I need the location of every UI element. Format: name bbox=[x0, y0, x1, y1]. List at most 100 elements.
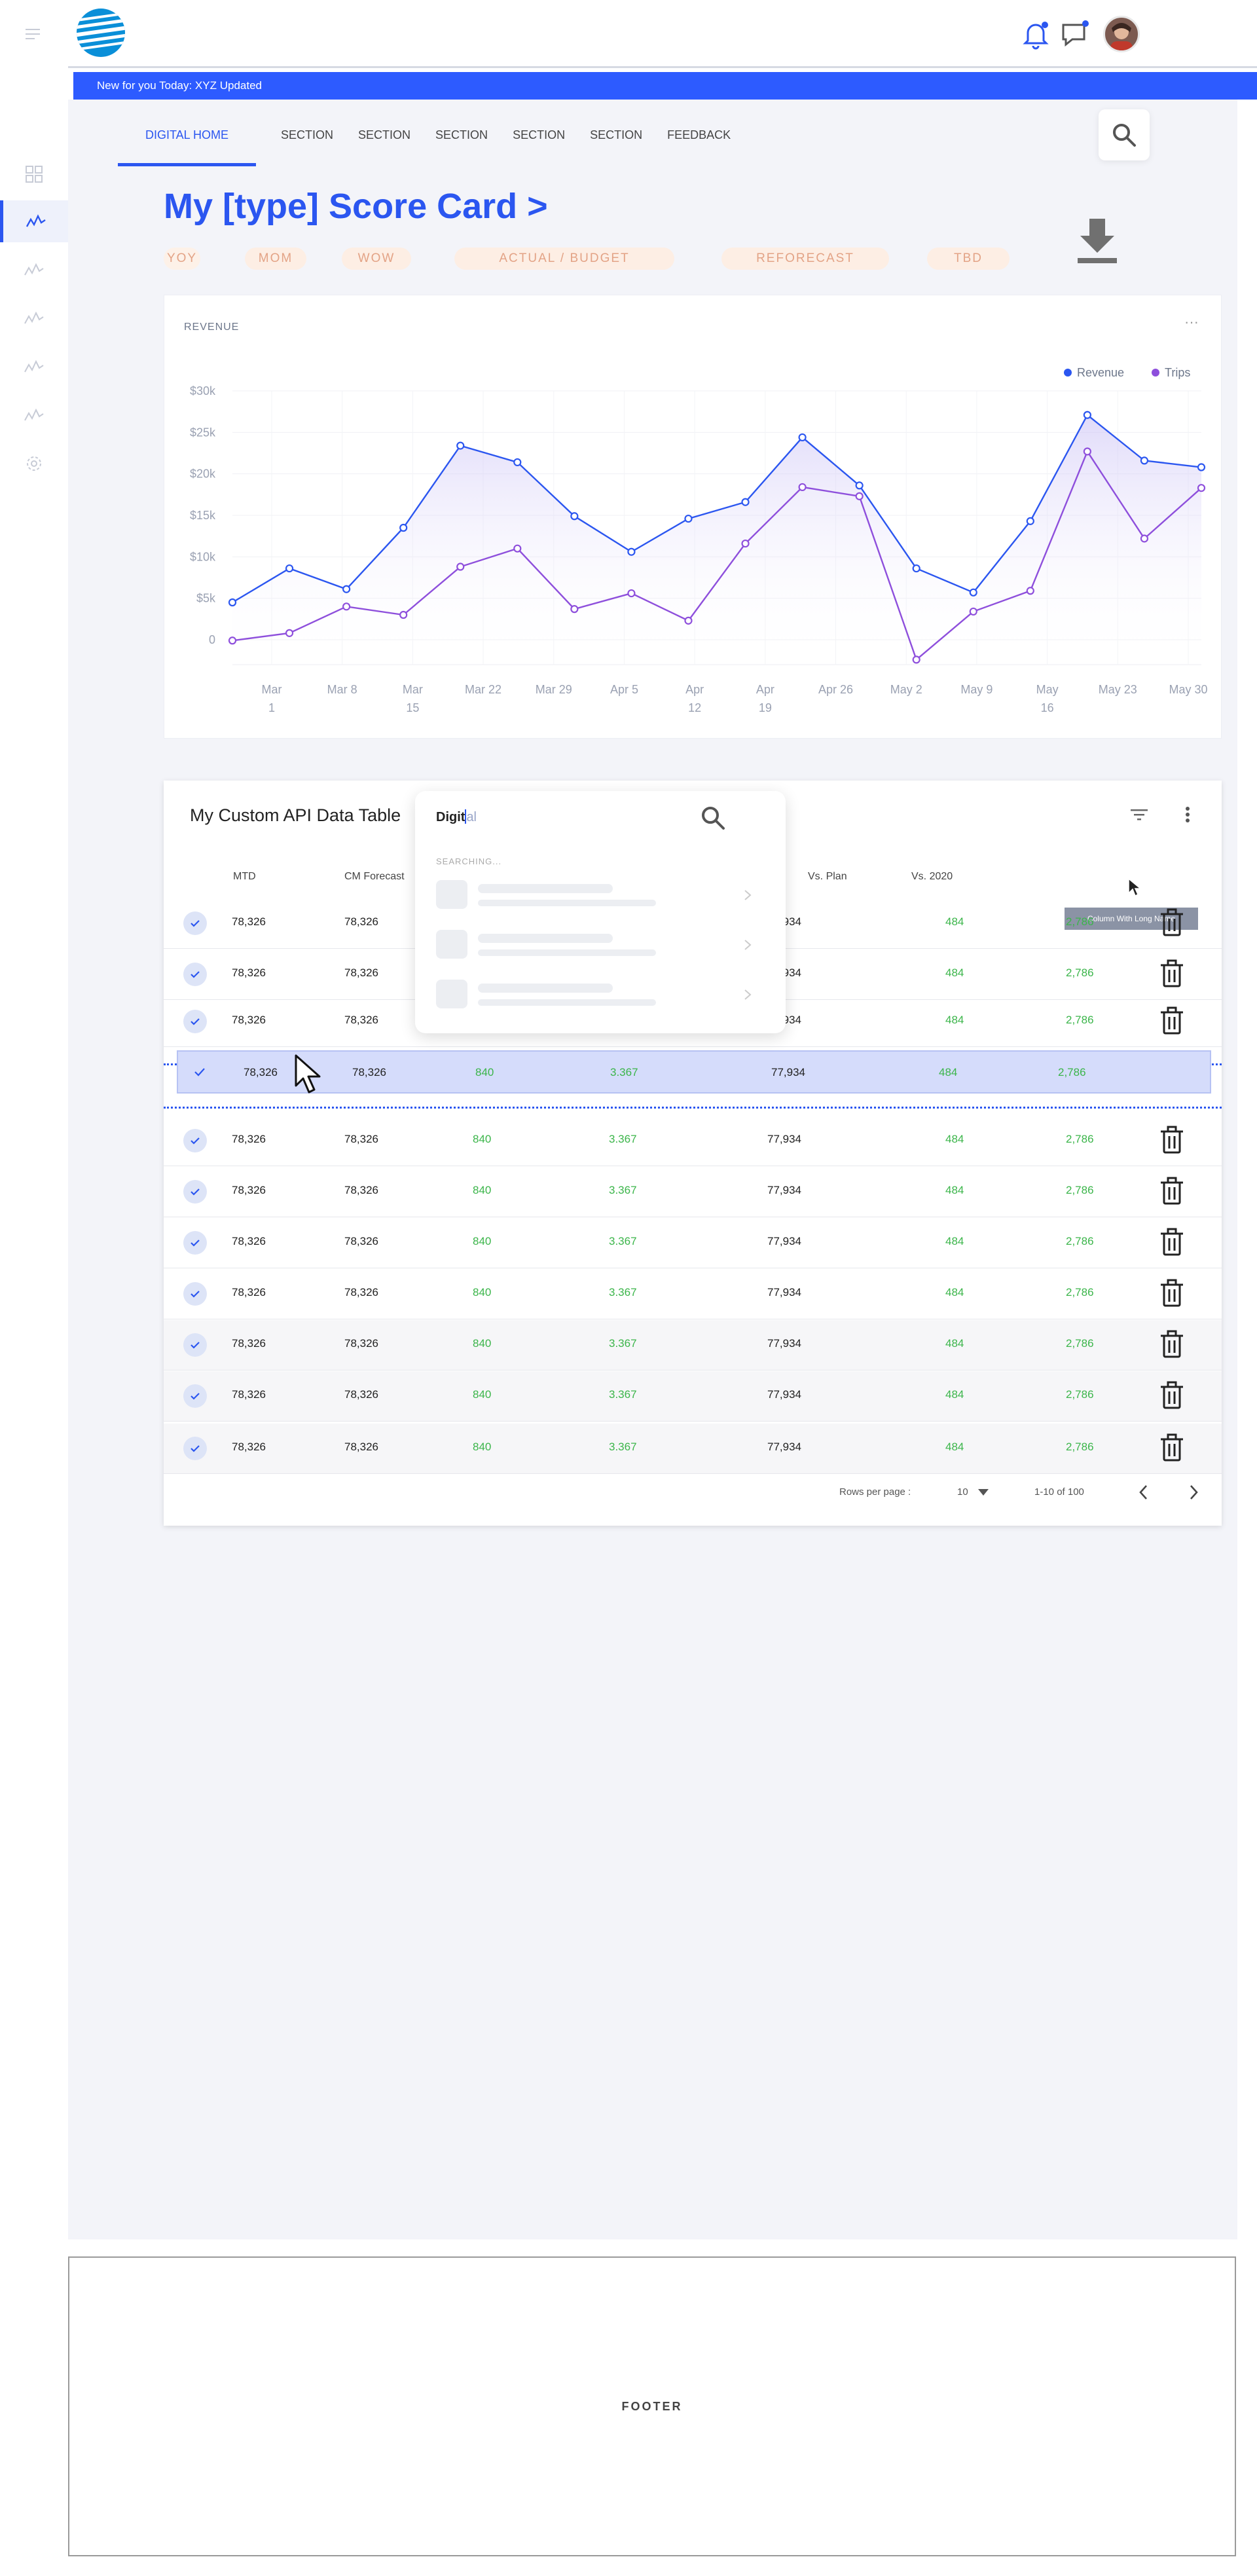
trips-point bbox=[513, 544, 522, 553]
x-tick-label: Mar 29 bbox=[536, 683, 572, 696]
caret-down-icon[interactable] bbox=[978, 1489, 989, 1496]
chip-actual-budget[interactable]: ACTUAL / BUDGET bbox=[454, 248, 674, 270]
column-header-cm-forecast[interactable]: CM Forecast bbox=[344, 871, 405, 883]
x-tick-label: Mar 22 bbox=[465, 683, 501, 696]
chip-tbd[interactable]: TBD bbox=[927, 248, 1010, 270]
check-icon bbox=[191, 920, 200, 927]
search-popover-input[interactable]: Digit al bbox=[436, 809, 477, 825]
delete-icon[interactable] bbox=[1159, 1006, 1185, 1036]
table-row[interactable]: 78,326 78,326 840 3.367 77,934 484 2,786 bbox=[164, 1218, 1222, 1268]
sidebar-item-trend-4[interactable] bbox=[0, 394, 68, 436]
table-row[interactable]: 78,326 78,326 840 3.367 77,934 484 2,786 bbox=[164, 1320, 1222, 1371]
row-checkbox[interactable] bbox=[183, 1231, 207, 1255]
x-tick-label: May 30 bbox=[1169, 683, 1207, 696]
table-cell: 484 bbox=[945, 1014, 964, 1026]
row-checkbox[interactable] bbox=[183, 911, 207, 935]
tab-digital-home[interactable]: DIGITAL HOME bbox=[118, 126, 257, 166]
check-icon bbox=[191, 1393, 200, 1400]
delete-icon[interactable] bbox=[1159, 1125, 1185, 1155]
trips-point bbox=[1140, 534, 1149, 543]
drop-indicator-bottom bbox=[164, 1107, 1222, 1109]
page: New for you Today: XYZ Updated DIGITAL H… bbox=[0, 0, 1257, 2576]
search-icon[interactable] bbox=[699, 804, 727, 832]
table-cell: 78,326 bbox=[232, 1184, 266, 1196]
row-checkbox[interactable] bbox=[183, 1282, 207, 1306]
table-cell: 840 bbox=[473, 1184, 492, 1196]
sidebar-item-scorecard[interactable] bbox=[0, 200, 68, 242]
activity-icon bbox=[24, 311, 44, 324]
bell-icon[interactable] bbox=[1019, 17, 1053, 51]
table-cell: 2,786 bbox=[1066, 1235, 1094, 1247]
delete-icon[interactable] bbox=[1159, 1433, 1185, 1463]
tab-section-2[interactable]: SECTION bbox=[358, 126, 410, 166]
chip-mom[interactable]: MOM bbox=[245, 248, 306, 270]
trips-point bbox=[627, 589, 636, 598]
legend-label: Revenue bbox=[1077, 366, 1124, 379]
table-cell: 77,934 bbox=[767, 1388, 801, 1401]
rows-per-page-select[interactable]: 10 bbox=[957, 1486, 968, 1498]
x-tick-label: 12 bbox=[688, 701, 701, 714]
delete-icon[interactable] bbox=[1159, 1329, 1185, 1359]
chevron-left-icon[interactable] bbox=[1138, 1484, 1148, 1501]
more-vert-icon[interactable] bbox=[1180, 804, 1195, 825]
chevron-right-icon[interactable] bbox=[1189, 1484, 1199, 1501]
menu-icon[interactable] bbox=[0, 13, 68, 55]
check-icon bbox=[191, 1137, 200, 1145]
row-checkbox[interactable] bbox=[183, 1180, 207, 1204]
delete-icon[interactable] bbox=[1159, 908, 1185, 938]
tab-section-4[interactable]: SECTION bbox=[513, 126, 565, 166]
revenue-point bbox=[228, 598, 237, 607]
row-checkbox[interactable] bbox=[183, 1437, 207, 1460]
sidebar-item-trend-3[interactable] bbox=[0, 346, 68, 388]
table-row[interactable]: 78,326 78,326 840 3.367 77,934 484 2,786 bbox=[164, 1269, 1222, 1319]
column-header-mtd[interactable]: MTD bbox=[233, 871, 256, 883]
table-cell: 77,934 bbox=[767, 1286, 801, 1298]
chip-reforecast[interactable]: REFORECAST bbox=[721, 248, 889, 270]
delete-icon[interactable] bbox=[1159, 1380, 1185, 1410]
chip-wow[interactable]: WOW bbox=[342, 248, 411, 270]
search-button[interactable] bbox=[1099, 109, 1150, 160]
table-row[interactable]: 78,326 78,326 840 3.367 77,934 484 2,786 bbox=[164, 1116, 1222, 1166]
sidebar-item-trend-1[interactable] bbox=[0, 249, 68, 291]
search-status: SEARCHING... bbox=[436, 856, 502, 866]
tab-section-1[interactable]: SECTION bbox=[281, 126, 333, 166]
column-header-vs-plan[interactable]: Vs. Plan bbox=[808, 871, 847, 883]
skeleton-line bbox=[478, 900, 656, 906]
column-header-vs-2020[interactable]: Vs. 2020 bbox=[911, 871, 953, 883]
table-row[interactable]: 78,326 78,326 840 3.367 77,934 484 2,786 bbox=[164, 1167, 1222, 1217]
delete-icon[interactable] bbox=[1159, 959, 1185, 989]
sidebar-item-trend-2[interactable] bbox=[0, 297, 68, 339]
tab-section-3[interactable]: SECTION bbox=[435, 126, 488, 166]
row-checkbox[interactable] bbox=[183, 1010, 207, 1033]
row-checkbox[interactable] bbox=[183, 1333, 207, 1357]
table-cell: 3.367 bbox=[609, 1235, 637, 1247]
revenue-point bbox=[969, 588, 977, 597]
att-globe-logo[interactable] bbox=[76, 8, 126, 58]
row-checkbox[interactable] bbox=[183, 1129, 207, 1152]
avatar[interactable] bbox=[1103, 16, 1140, 52]
gear-icon bbox=[27, 456, 41, 471]
dragged-row[interactable]: 78,326 78,326 840 3.367 77,934 484 2,786 bbox=[177, 1050, 1211, 1094]
sidebar-item-dashboard[interactable] bbox=[0, 153, 68, 195]
revenue-point bbox=[1026, 517, 1034, 525]
sidebar-item-settings[interactable] bbox=[0, 443, 68, 485]
search-autocomplete-text: al bbox=[466, 810, 477, 824]
download-icon[interactable] bbox=[1074, 215, 1121, 267]
delete-icon[interactable] bbox=[1159, 1278, 1185, 1308]
row-checkbox[interactable] bbox=[183, 1384, 207, 1408]
delete-icon[interactable] bbox=[1159, 1227, 1185, 1257]
revenue-point bbox=[912, 564, 920, 573]
chip-yoy[interactable]: YOY bbox=[164, 248, 200, 270]
row-checkbox[interactable] bbox=[183, 963, 207, 986]
check-icon bbox=[191, 1240, 200, 1247]
tab-feedback[interactable]: FEEDBACK bbox=[667, 126, 731, 166]
delete-icon[interactable] bbox=[1159, 1176, 1185, 1206]
tab-section-5[interactable]: SECTION bbox=[590, 126, 642, 166]
chat-icon[interactable] bbox=[1058, 17, 1092, 51]
filter-icon[interactable] bbox=[1129, 804, 1150, 825]
table-cell: 840 bbox=[473, 1286, 492, 1298]
table-row[interactable]: 78,326 78,326 840 3.367 77,934 484 2,786 bbox=[164, 1371, 1222, 1422]
table-cell: 78,326 bbox=[344, 1014, 378, 1026]
table-cell: 78,326 bbox=[344, 1133, 378, 1145]
page-title[interactable]: My [type] Score Card > bbox=[164, 186, 548, 227]
